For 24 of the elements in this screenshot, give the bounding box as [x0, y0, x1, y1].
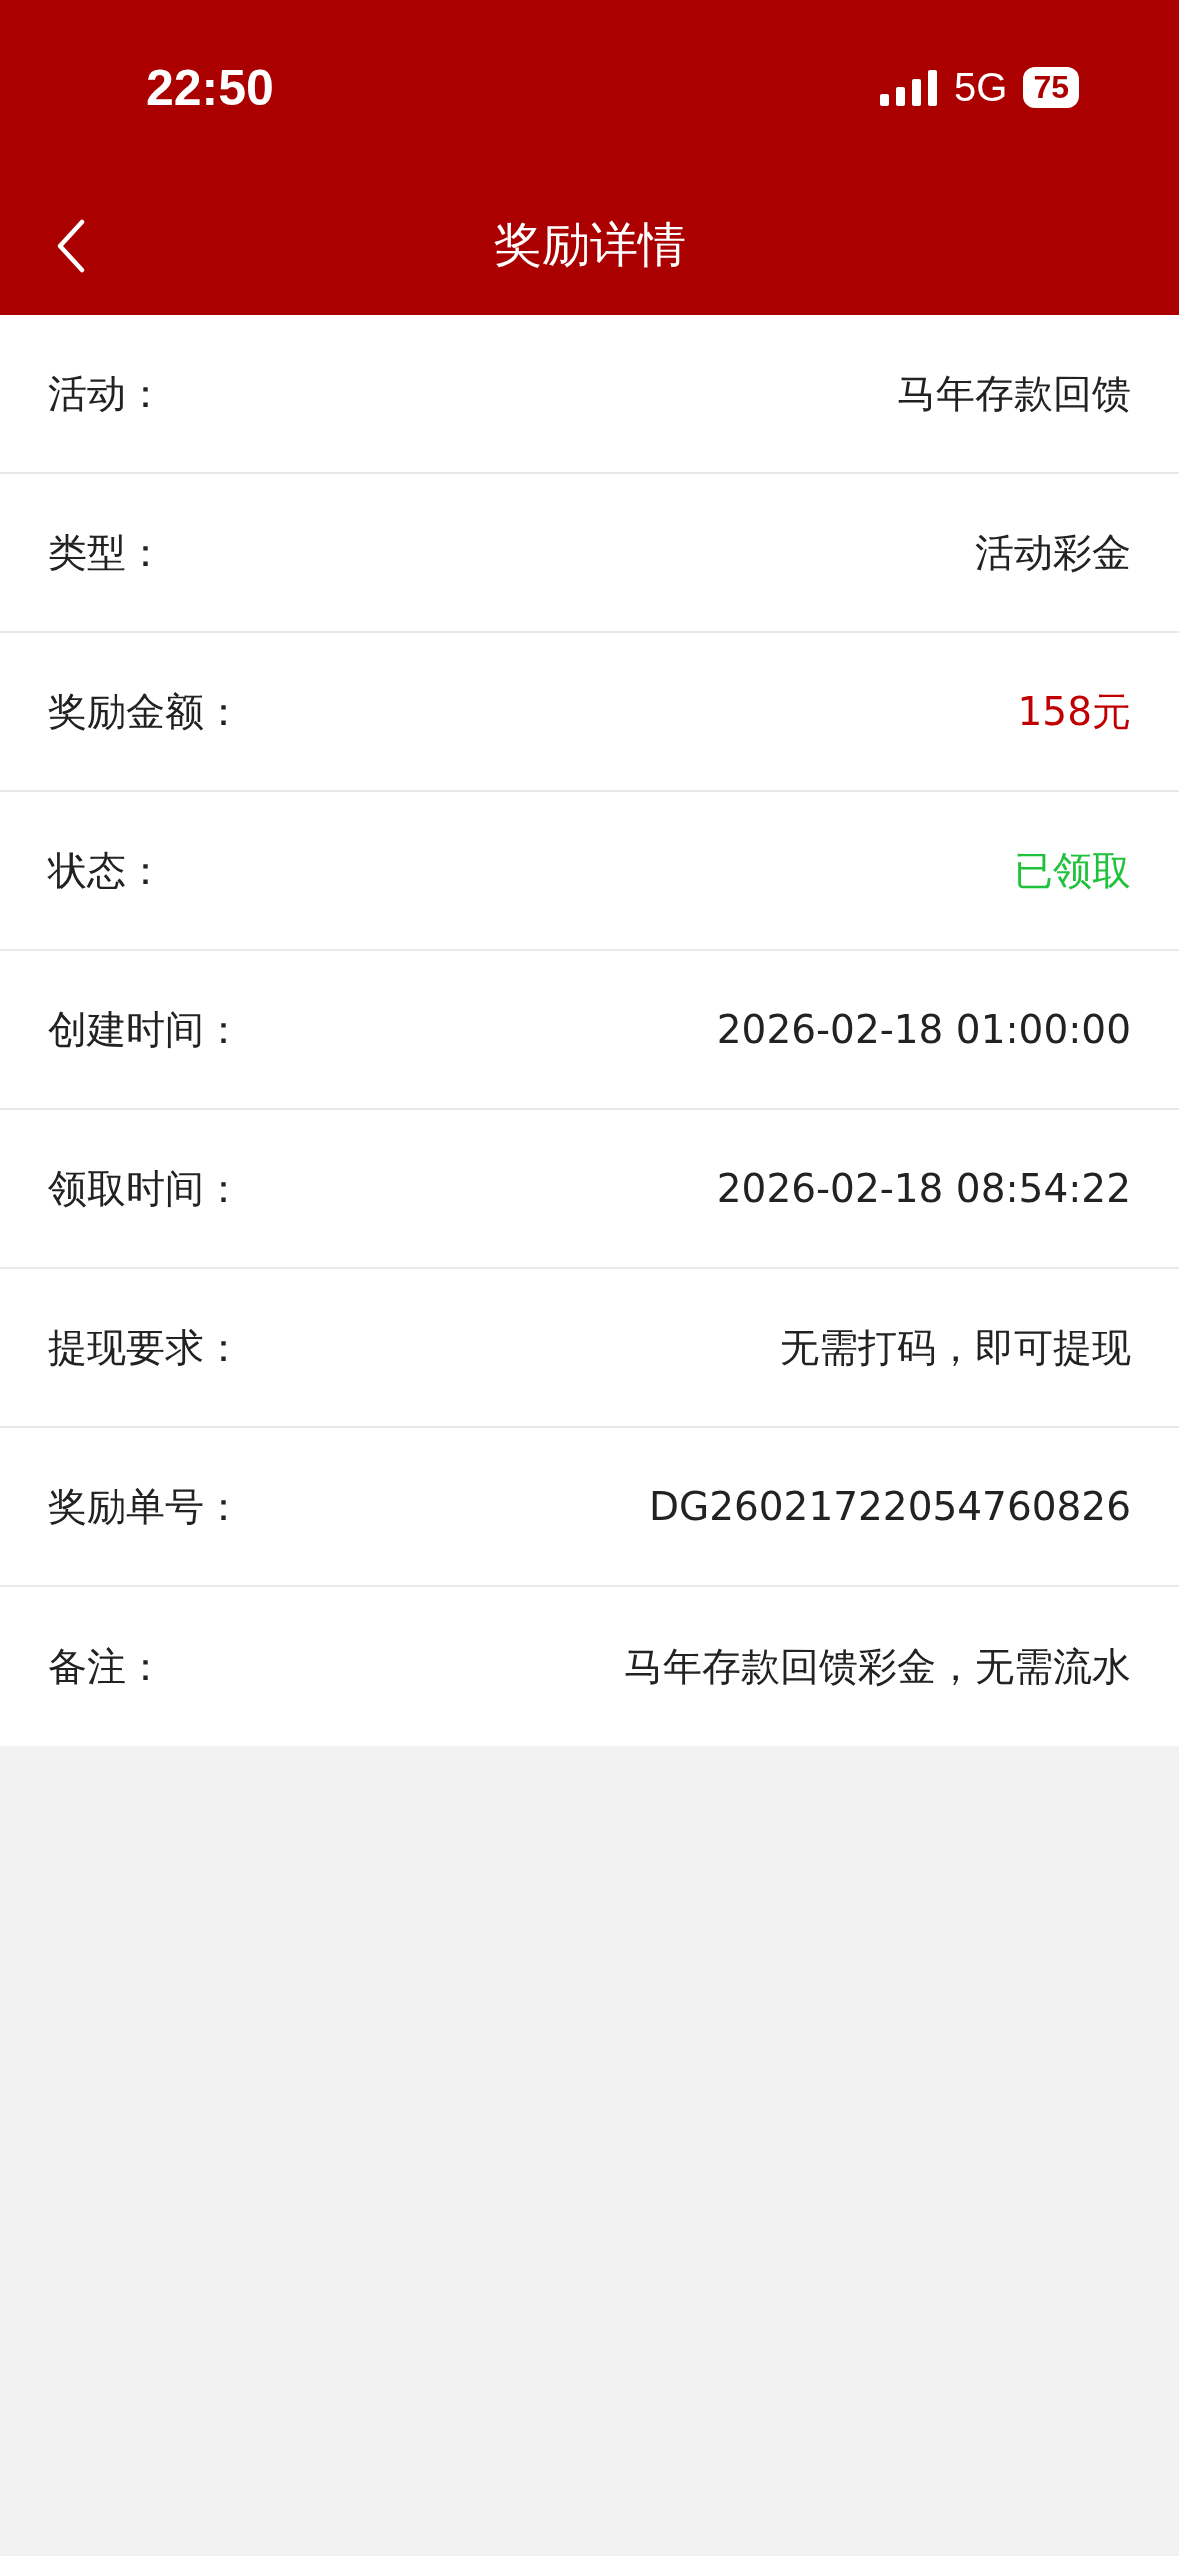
field-label: 备注： — [48, 1642, 165, 1691]
field-label: 创建时间： — [48, 1005, 243, 1054]
page-title: 奖励详情 — [493, 215, 686, 274]
field-value: 158元 — [1017, 687, 1131, 736]
field-value: 活动彩金 — [975, 528, 1131, 577]
field-label: 奖励金额： — [48, 687, 243, 736]
status-time: 22:50 — [146, 58, 274, 117]
field-value: 马年存款回馈 — [897, 369, 1131, 418]
field-value: 马年存款回馈彩金，无需流水 — [624, 1642, 1131, 1691]
field-label: 状态： — [48, 846, 165, 895]
field-label: 类型： — [48, 528, 165, 577]
field-value: 2026-02-18 01:00:00 — [716, 1007, 1131, 1052]
field-value: 2026-02-18 08:54:22 — [716, 1166, 1131, 1211]
field-value: 无需打码，即可提现 — [780, 1323, 1131, 1372]
battery-indicator: 75 — [1023, 67, 1079, 108]
field-label: 提现要求： — [48, 1323, 243, 1372]
field-label: 奖励单号： — [48, 1482, 243, 1531]
field-value: DG26021722054760826 — [648, 1484, 1131, 1529]
back-icon — [56, 219, 86, 273]
signal-icon — [880, 69, 939, 106]
field-label: 领取时间： — [48, 1164, 243, 1213]
network-label: 5G — [954, 65, 1008, 110]
field-label: 活动： — [48, 369, 165, 418]
field-value: 已领取 — [1014, 846, 1131, 895]
